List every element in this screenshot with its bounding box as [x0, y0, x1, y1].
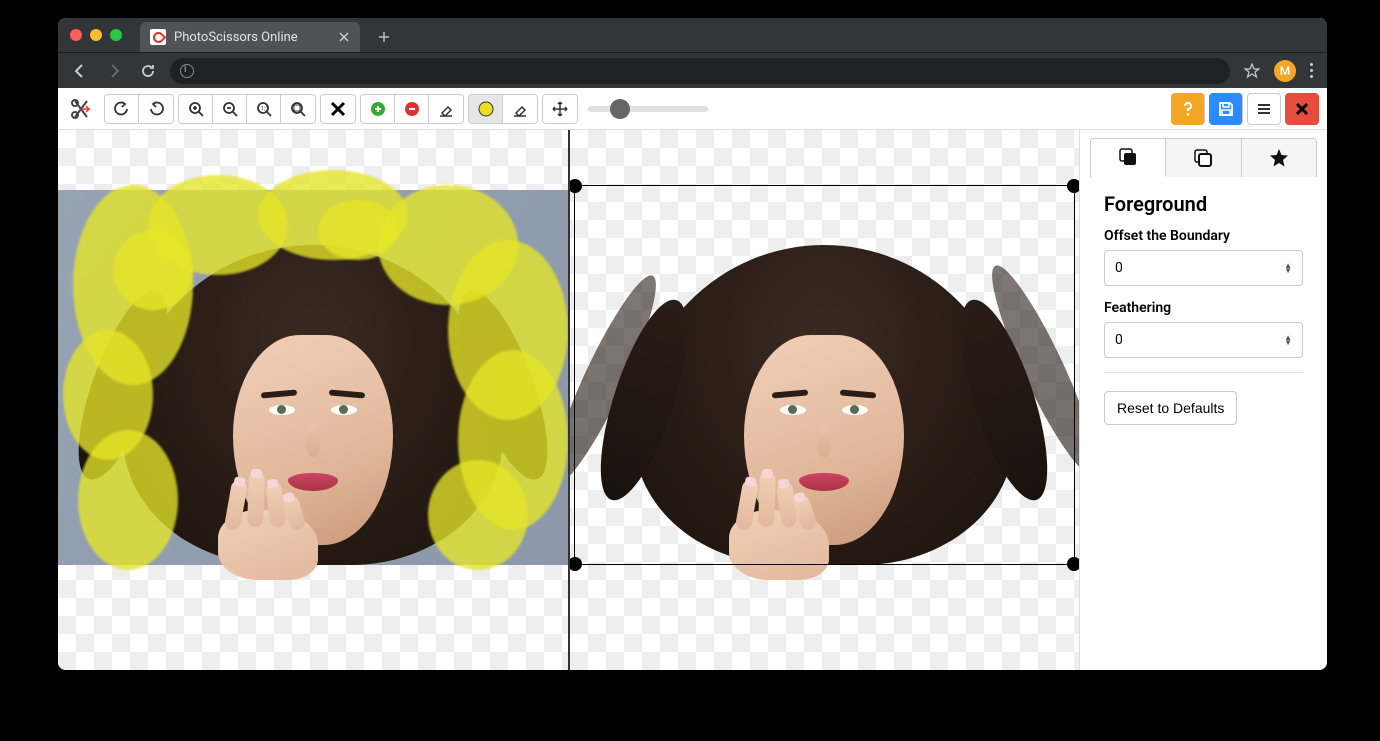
avatar-initial: M: [1280, 64, 1291, 78]
source-image: [58, 190, 568, 565]
new-tab-button[interactable]: [370, 23, 398, 51]
window-close-button[interactable]: [70, 29, 82, 41]
browser-tab[interactable]: PhotoScissors Online: [140, 22, 360, 52]
tab-effects[interactable]: [1242, 139, 1316, 177]
divider: [1104, 372, 1303, 373]
canvas-area: [58, 130, 1079, 670]
zoom-actual-button[interactable]: 1:1: [247, 95, 281, 123]
window-titlebar: PhotoScissors Online: [58, 18, 1327, 52]
browser-menu-button[interactable]: [1306, 59, 1317, 82]
hair-eraser-button[interactable]: [503, 95, 537, 123]
clear-button[interactable]: [321, 95, 355, 123]
result-image: [570, 190, 1080, 565]
select-arrows-icon: ▲▼: [1284, 263, 1292, 273]
feathering-label: Feathering: [1104, 300, 1303, 316]
undo-button[interactable]: [105, 95, 139, 123]
app-container: 1:1: [58, 88, 1327, 670]
tab-favicon: [150, 29, 166, 45]
window-minimize-button[interactable]: [90, 29, 102, 41]
menu-button[interactable]: [1247, 93, 1281, 125]
browser-navbar: M: [58, 52, 1327, 88]
redo-button[interactable]: [139, 95, 173, 123]
window-maximize-button[interactable]: [110, 29, 122, 41]
section-title: Foreground: [1104, 192, 1303, 216]
zoom-out-button[interactable]: [213, 95, 247, 123]
save-button[interactable]: [1209, 93, 1243, 125]
sidebar-body: Foreground Offset the Boundary 0 ▲▼ Feat…: [1090, 176, 1317, 435]
layers-outline-icon: [1192, 147, 1214, 169]
offset-select[interactable]: 0 ▲▼: [1104, 250, 1303, 286]
tab-close-button[interactable]: [338, 31, 350, 43]
help-button[interactable]: [1171, 93, 1205, 125]
url-input[interactable]: [170, 58, 1230, 84]
profile-avatar[interactable]: M: [1274, 60, 1296, 82]
properties-sidebar: Foreground Offset the Boundary 0 ▲▼ Feat…: [1079, 130, 1327, 670]
slider-thumb[interactable]: [610, 99, 630, 119]
bookmark-button[interactable]: [1240, 59, 1264, 83]
tab-title: PhotoScissors Online: [174, 30, 330, 45]
nav-reload-button[interactable]: [136, 59, 160, 83]
workspace: Foreground Offset the Boundary 0 ▲▼ Feat…: [58, 130, 1327, 670]
browser-window: PhotoScissors Online M: [58, 18, 1327, 670]
feathering-select[interactable]: 0 ▲▼: [1104, 322, 1303, 358]
feathering-value: 0: [1115, 332, 1123, 348]
source-panel[interactable]: [58, 130, 570, 670]
star-icon: [1269, 148, 1289, 168]
foreground-marker-button[interactable]: [361, 95, 395, 123]
app-logo-icon: [66, 95, 96, 123]
tab-background[interactable]: [1166, 139, 1241, 177]
nav-forward-button[interactable]: [102, 59, 126, 83]
zoom-fit-button[interactable]: [281, 95, 315, 123]
site-info-icon[interactable]: [180, 64, 194, 78]
app-toolbar: 1:1: [58, 88, 1327, 130]
move-button[interactable]: [543, 95, 577, 123]
tab-foreground[interactable]: [1091, 139, 1166, 177]
nav-back-button[interactable]: [68, 59, 92, 83]
offset-label: Offset the Boundary: [1104, 228, 1303, 244]
window-controls: [70, 29, 122, 41]
result-panel[interactable]: [570, 130, 1080, 670]
close-button[interactable]: [1285, 93, 1319, 125]
reset-button[interactable]: Reset to Defaults: [1104, 391, 1237, 425]
hair-marker-button[interactable]: [469, 95, 503, 123]
sidebar-tabs: [1090, 138, 1317, 177]
zoom-in-button[interactable]: [179, 95, 213, 123]
svg-text:1:1: 1:1: [260, 105, 268, 112]
background-marker-button[interactable]: [395, 95, 429, 123]
brush-size-slider[interactable]: [588, 106, 708, 112]
offset-value: 0: [1115, 260, 1123, 276]
layers-filled-icon: [1117, 146, 1139, 168]
select-arrows-icon: ▲▼: [1284, 335, 1292, 345]
eraser-button[interactable]: [429, 95, 463, 123]
